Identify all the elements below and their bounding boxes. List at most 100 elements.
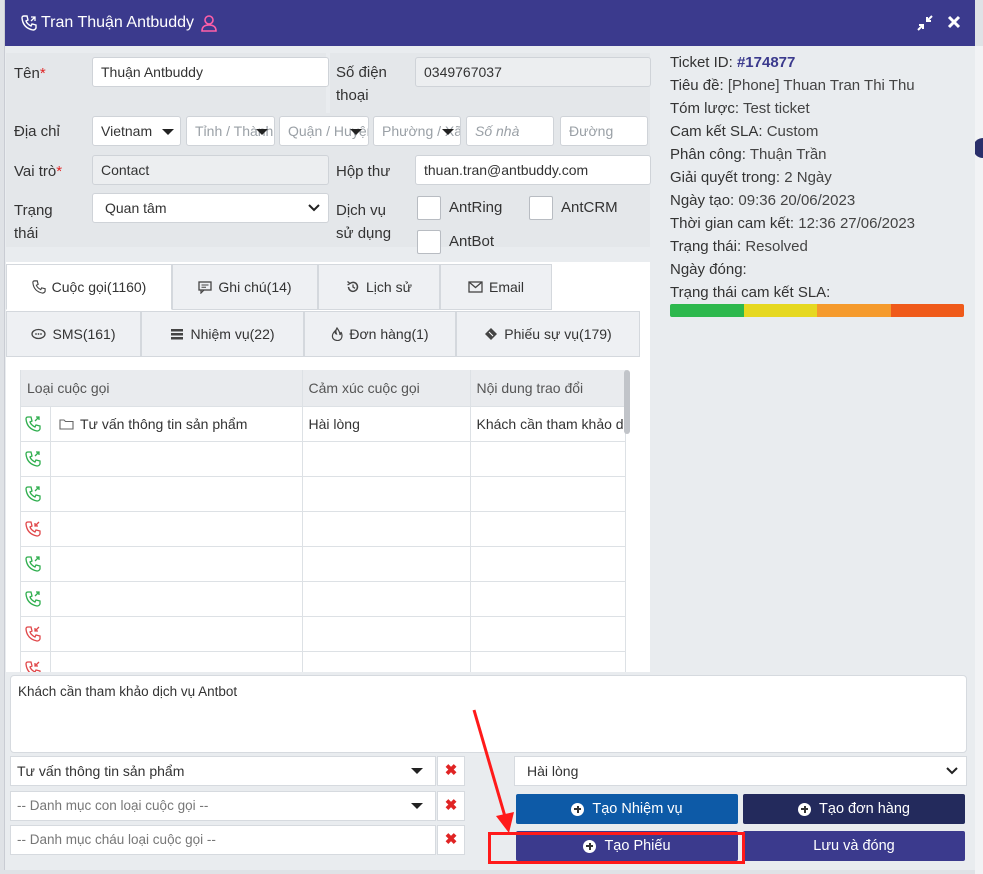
- tab-orders[interactable]: Đơn hàng(1): [304, 311, 456, 357]
- name-input[interactable]: Thuận Antbuddy: [92, 57, 329, 87]
- address-label: Địa chỉ: [14, 123, 60, 140]
- call-type-cell: [21, 545, 303, 581]
- col-header-call-type[interactable]: Loại cuộc gọi: [21, 370, 303, 406]
- antbot-label: AntBot: [449, 233, 495, 250]
- outgoing-call-icon: [25, 555, 41, 572]
- ticket-commit-line: Thời gian cam kết: 12:36 27/06/2023: [670, 215, 916, 232]
- create-order-button[interactable]: Tạo đơn hàng: [743, 794, 965, 824]
- clear-grand-category-button[interactable]: ✖: [437, 825, 465, 855]
- tab-history[interactable]: Lịch sử: [318, 264, 440, 310]
- antbot-checkbox[interactable]: [417, 230, 441, 254]
- tab-email[interactable]: Email: [440, 264, 552, 310]
- compress-icon[interactable]: [917, 15, 933, 31]
- call-type-cell: [21, 650, 303, 672]
- mailbox-label: Hộp thư: [336, 163, 391, 180]
- clear-call-type-button[interactable]: ✖: [437, 756, 465, 786]
- content-cell: [470, 580, 626, 616]
- call-type-cell: [21, 510, 303, 546]
- status-label: Trạng thái: [14, 202, 53, 242]
- sla-segment-green: [670, 304, 744, 317]
- content-cell: [470, 475, 626, 511]
- plus-circle-icon: [571, 802, 585, 816]
- table-row[interactable]: [21, 510, 626, 546]
- phone-icon: [31, 280, 46, 294]
- comment-icon: [198, 280, 213, 294]
- ticket-icon: [485, 328, 498, 340]
- antcrm-label: AntCRM: [561, 199, 618, 216]
- role-label: Vai trò*: [14, 163, 63, 180]
- emotion-cell: [302, 475, 471, 511]
- call-type-cell: [21, 615, 303, 651]
- user-icon[interactable]: [200, 14, 218, 32]
- emotion-cell: [302, 510, 471, 546]
- mailbox-input[interactable]: thuan.tran@antbuddy.com: [415, 155, 651, 185]
- call-content-textarea[interactable]: Khách cần tham khảo dịch vụ Antbot: [10, 675, 967, 753]
- modal-titlebar: Tran Thuận Antbuddy: [5, 0, 975, 46]
- house-number-input[interactable]: Số nhà: [466, 116, 554, 146]
- envelope-icon: [468, 281, 483, 293]
- street-input[interactable]: Đường: [560, 116, 648, 146]
- table-row[interactable]: [21, 650, 626, 672]
- background-page-edge: [975, 46, 983, 874]
- province-select[interactable]: Tỉnh / Thành phố: [186, 116, 275, 146]
- content-cell: Khách cần tham khảo dịch vụ Antbot: [470, 405, 626, 441]
- table-row[interactable]: [21, 545, 626, 581]
- save-and-close-button[interactable]: Lưu và đóng: [743, 831, 965, 861]
- country-select[interactable]: Vietnam: [92, 116, 181, 146]
- modal-title: Tran Thuận Antbuddy: [41, 14, 194, 31]
- ticket-sla-line: Cam kết SLA: Custom: [670, 123, 819, 140]
- table-header-row: Loại cuộc gọi Cảm xúc cuộc gọi Nội dung …: [21, 370, 626, 406]
- chat-icon: [31, 328, 47, 339]
- table-scrollbar[interactable]: [624, 370, 630, 434]
- ticket-status-line: Trạng thái: Resolved: [670, 238, 808, 255]
- ticket-assignee-line: Phân công: Thuận Trần: [670, 146, 827, 163]
- emotion-select[interactable]: Hài lòng: [514, 756, 967, 786]
- tab-calls[interactable]: Cuộc gọi(1160): [6, 264, 172, 310]
- ticket-title-line: Tiêu đề: [Phone] Thuan Tran Thi Thu: [670, 77, 915, 94]
- activity-tabs-panel: Cuộc gọi(1160) Ghi chú(14) Lịch sử Email…: [6, 262, 650, 672]
- ticket-id-link[interactable]: #174877: [737, 54, 795, 71]
- calls-table: Loại cuộc gọi Cảm xúc cuộc gọi Nội dung …: [20, 370, 638, 672]
- col-header-emotion[interactable]: Cảm xúc cuộc gọi: [302, 370, 471, 406]
- fire-icon: [332, 327, 343, 341]
- ticket-created-line: Ngày tạo: 09:36 20/06/2023: [670, 192, 856, 209]
- grand-category-select[interactable]: -- Danh mục cháu loại cuộc gọi --: [10, 825, 436, 855]
- emotion-cell: [302, 440, 471, 476]
- district-select[interactable]: Quận / Huyện: [279, 116, 369, 146]
- ticket-sla-status-label: Trạng thái cam kết SLA:: [670, 284, 831, 301]
- antring-checkbox[interactable]: [417, 196, 441, 220]
- chevron-down-icon: [946, 767, 958, 775]
- plus-circle-icon: [798, 802, 812, 816]
- antcrm-checkbox[interactable]: [529, 196, 553, 220]
- sub-category-select[interactable]: -- Danh mục con loại cuộc gọi --: [10, 791, 436, 821]
- ward-select[interactable]: Phường / Xã: [373, 116, 461, 146]
- role-input[interactable]: Contact: [92, 155, 329, 185]
- emotion-cell: [302, 650, 471, 672]
- phone-input[interactable]: 0349767037: [415, 57, 651, 87]
- sla-segment-orange: [817, 304, 891, 317]
- call-type-cell: [21, 580, 303, 616]
- tab-tasks[interactable]: Nhiệm vụ(22): [141, 311, 304, 357]
- tab-tickets[interactable]: Phiếu sự vụ(179): [456, 311, 640, 357]
- tab-sms[interactable]: SMS(161): [6, 311, 141, 357]
- status-select[interactable]: Quan tâm: [92, 193, 329, 223]
- call-type-cell: [21, 440, 303, 476]
- table-row[interactable]: [21, 475, 626, 511]
- sla-segment-yellow: [743, 304, 817, 317]
- call-type-select[interactable]: Tư vấn thông tin sản phẩm: [10, 756, 436, 786]
- table-row[interactable]: Tư vấn thông tin sản phẩm Hài lòng Khách c…: [21, 405, 626, 441]
- col-header-content[interactable]: Nội dung trao đổi: [470, 370, 626, 406]
- close-icon[interactable]: [947, 15, 961, 31]
- clear-sub-category-button[interactable]: ✖: [437, 791, 465, 821]
- antring-label: AntRing: [449, 199, 503, 216]
- missed-call-icon: [25, 660, 41, 672]
- table-row[interactable]: [21, 440, 626, 476]
- create-task-button[interactable]: Tạo Nhiệm vụ: [516, 794, 738, 824]
- tab-notes[interactable]: Ghi chú(14): [172, 264, 318, 310]
- tasks-icon: [171, 329, 184, 340]
- table-row[interactable]: [21, 615, 626, 651]
- table-row[interactable]: [21, 580, 626, 616]
- ticket-resolve-line: Giải quyết trong: 2 Ngày: [670, 169, 832, 186]
- ticket-summary-line: Tóm lược: Test ticket: [670, 100, 810, 117]
- folder-icon: [59, 418, 74, 430]
